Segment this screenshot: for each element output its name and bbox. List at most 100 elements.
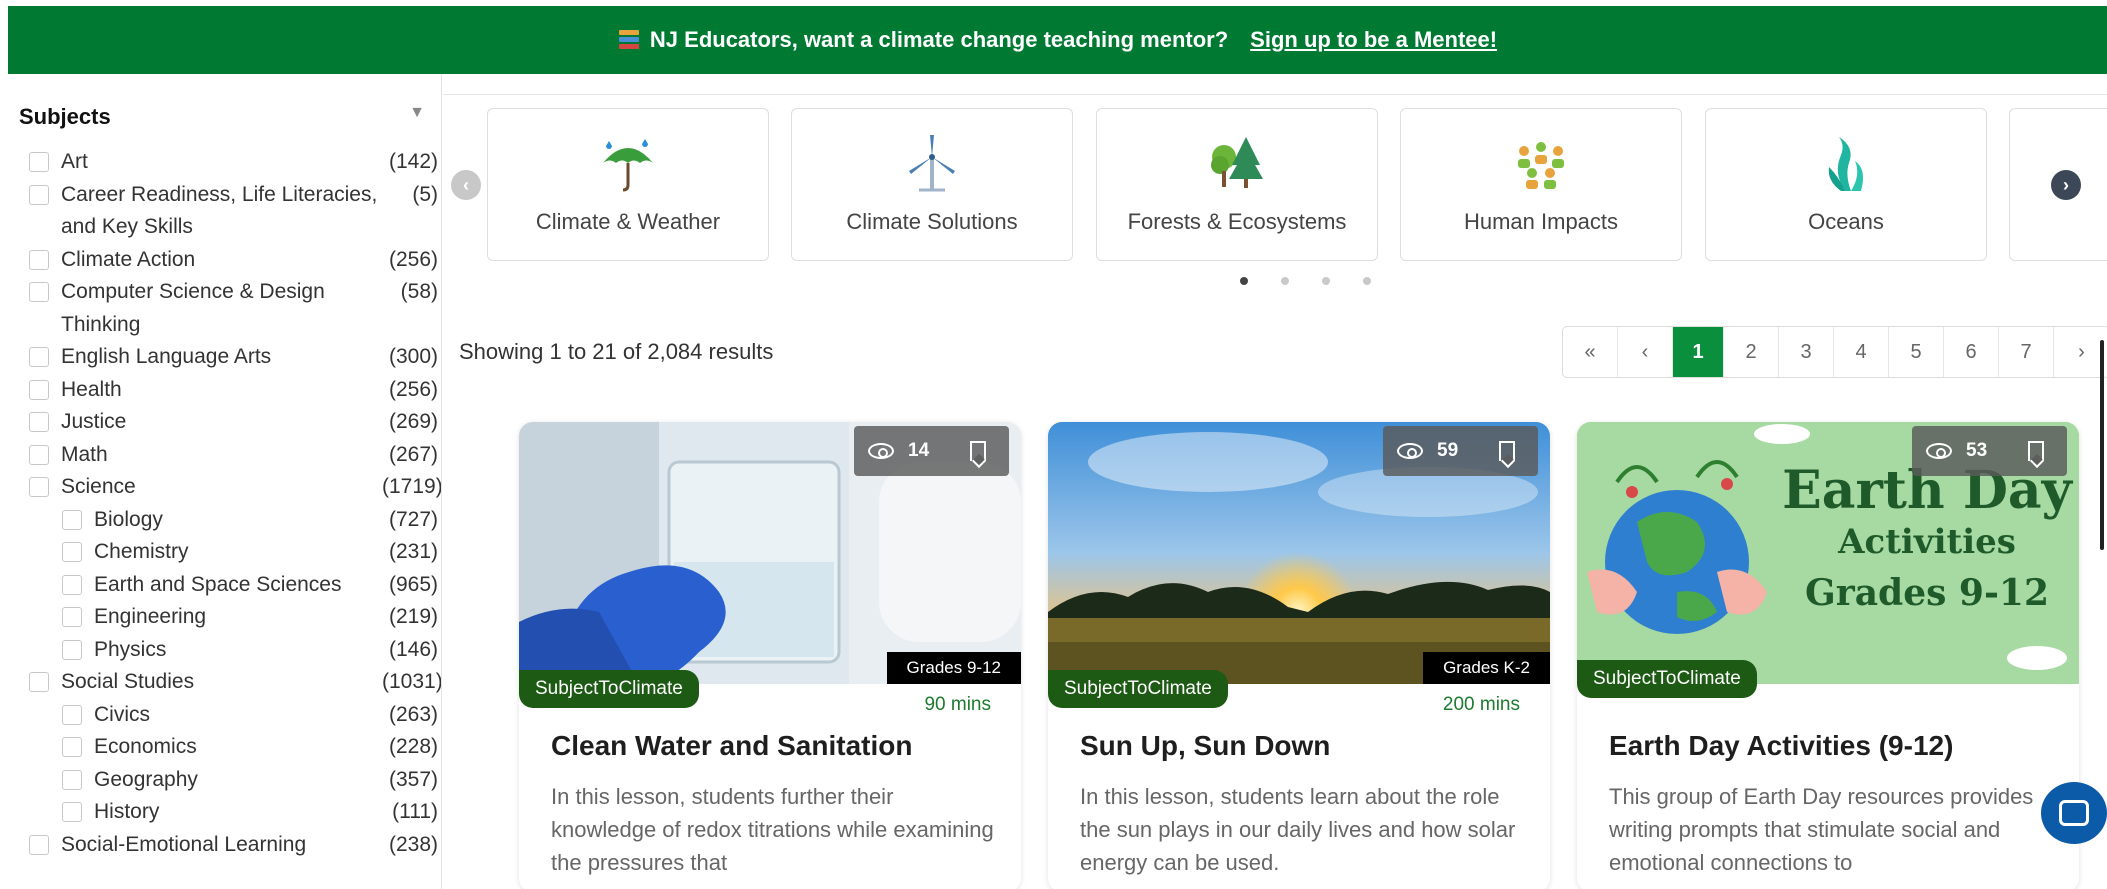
- page-7-button[interactable]: 7: [1999, 327, 2054, 377]
- checkbox[interactable]: [29, 834, 49, 855]
- checkbox[interactable]: [29, 444, 49, 465]
- mentee-signup-link[interactable]: Sign up to be a Mentee!: [1250, 27, 1497, 53]
- card-image[interactable]: Earth Day Activities Grades 9-12 53: [1577, 422, 2079, 684]
- subject-filter-math[interactable]: Math (267): [8, 439, 441, 472]
- carousel-dot[interactable]: [1281, 277, 1289, 285]
- page-6-button[interactable]: 6: [1944, 327, 1999, 377]
- card-title[interactable]: Clean Water and Sanitation: [551, 730, 912, 762]
- checkbox[interactable]: [62, 737, 82, 757]
- category-climate-solutions[interactable]: Climate Solutions: [791, 108, 1073, 261]
- duration-label: 200 mins: [1442, 694, 1520, 715]
- category-oceans[interactable]: Oceans: [1705, 108, 1987, 261]
- checkbox[interactable]: [62, 704, 82, 725]
- view-count: 14: [908, 440, 930, 461]
- checkbox[interactable]: [62, 574, 82, 595]
- card-stats-overlay: 53: [1912, 426, 2067, 476]
- bookmark-icon[interactable]: [970, 441, 986, 461]
- subjects-heading[interactable]: Subjects: [19, 104, 111, 130]
- category-label: Forests & Ecosystems: [1127, 209, 1347, 234]
- subject-filter-civics[interactable]: Civics (263): [8, 699, 441, 732]
- chat-launcher-button[interactable]: [2041, 782, 2107, 844]
- subject-filter-health[interactable]: Health (256): [8, 374, 441, 407]
- card-image[interactable]: 14 Grades 9-12: [519, 422, 1021, 684]
- subject-filter-career-readiness[interactable]: Career Readiness, Life Literacies, and K…: [8, 179, 441, 244]
- carousel-next-button[interactable]: ›: [2051, 170, 2081, 200]
- checkbox[interactable]: [29, 347, 49, 367]
- checkbox[interactable]: [62, 639, 82, 660]
- subject-filter-social-emotional-learning[interactable]: Social-Emotional Learning (238): [8, 829, 441, 862]
- subject-filter-computer-science[interactable]: Computer Science & Design Thinking (58): [8, 276, 441, 341]
- scroll-edge: [2100, 340, 2104, 550]
- checkbox[interactable]: [29, 379, 49, 400]
- subject-filter-chemistry[interactable]: Chemistry (231): [8, 536, 441, 569]
- filter-sidebar: Subjects ▼ Art (142) Career Readiness, Li…: [8, 74, 442, 889]
- page-1-button[interactable]: 1: [1673, 327, 1724, 377]
- carousel-dots: [1240, 277, 1371, 285]
- subject-filter-physics[interactable]: Physics (146): [8, 634, 441, 667]
- subject-filter-art[interactable]: Art (142): [8, 146, 441, 179]
- checkbox[interactable]: [29, 184, 49, 205]
- duration-label: 90 mins: [924, 694, 991, 715]
- seaweed-icon: [1828, 137, 1863, 191]
- trees-icon: [1211, 137, 1263, 188]
- checkbox[interactable]: [62, 802, 82, 822]
- announcement-banner: NJ Educators, want a climate change teac…: [8, 6, 2107, 74]
- category-climate-weather[interactable]: Climate & Weather: [487, 108, 769, 261]
- subject-filter-economics[interactable]: Economics (228): [8, 731, 441, 764]
- card-description: In this lesson, students further their k…: [551, 784, 994, 875]
- first-page-button[interactable]: «: [1563, 327, 1618, 377]
- resource-card[interactable]: 59 Grades K-2 SubjectToClimate 200 mins …: [1048, 422, 1550, 889]
- prev-page-button[interactable]: ‹: [1618, 327, 1673, 377]
- category-label: Climate Solutions: [846, 209, 1018, 234]
- chevron-down-icon[interactable]: ▼: [409, 104, 425, 122]
- checkbox[interactable]: [29, 412, 49, 432]
- subject-filter-engineering[interactable]: Engineering (219): [8, 601, 441, 634]
- publisher-badge[interactable]: SubjectToClimate: [1577, 660, 1757, 698]
- publisher-badge[interactable]: SubjectToClimate: [519, 670, 699, 708]
- resource-card[interactable]: Earth Day Activities Grades 9-12 53 Subj…: [1577, 422, 2079, 889]
- checkbox[interactable]: [62, 542, 82, 562]
- page-5-button[interactable]: 5: [1889, 327, 1944, 377]
- checkbox[interactable]: [29, 672, 49, 692]
- subject-filter-geography[interactable]: Geography (357): [8, 764, 441, 797]
- card-description: This group of Earth Day resources provid…: [1609, 784, 2034, 875]
- category-human-impacts[interactable]: Human Impacts: [1400, 108, 1682, 261]
- subject-filter-social-studies[interactable]: Social Studies (1031): [8, 666, 441, 699]
- category-label: Human Impacts: [1463, 209, 1619, 234]
- image-text: Earth Day Activities Grades 9-12: [1782, 460, 2072, 615]
- checkbox[interactable]: [29, 282, 49, 302]
- checkbox[interactable]: [29, 477, 49, 497]
- checkbox[interactable]: [62, 607, 82, 627]
- card-title[interactable]: Earth Day Activities (9-12): [1609, 730, 1953, 762]
- carousel-dot[interactable]: [1363, 277, 1371, 285]
- carousel-dot[interactable]: [1240, 277, 1248, 285]
- view-count: 59: [1437, 440, 1459, 461]
- checkbox[interactable]: [62, 769, 82, 790]
- checkbox[interactable]: [62, 509, 82, 530]
- subject-filter-justice[interactable]: Justice (269): [8, 406, 441, 439]
- subject-filter-biology[interactable]: Biology (727): [8, 504, 441, 537]
- eye-icon: [868, 443, 894, 459]
- page-2-button[interactable]: 2: [1724, 327, 1779, 377]
- subject-filter-list: Art (142) Career Readiness, Life Literaci…: [8, 146, 441, 862]
- page-3-button[interactable]: 3: [1779, 327, 1834, 377]
- subject-filter-climate-action[interactable]: Climate Action (256): [8, 244, 441, 277]
- subject-filter-science[interactable]: Science (1719): [8, 471, 441, 504]
- publisher-badge[interactable]: SubjectToClimate: [1048, 670, 1228, 708]
- bookmark-icon[interactable]: [2028, 441, 2044, 461]
- card-image[interactable]: 59 Grades K-2: [1048, 422, 1550, 684]
- category-label: Oceans: [1808, 209, 1884, 234]
- bookmark-icon[interactable]: [1499, 441, 1515, 461]
- carousel-prev-button[interactable]: ‹: [451, 170, 481, 200]
- subject-filter-english-language-arts[interactable]: English Language Arts (300): [8, 341, 441, 374]
- category-forests-ecosystems[interactable]: Forests & Ecosystems: [1096, 108, 1378, 261]
- subject-filter-earth-space-sciences[interactable]: Earth and Space Sciences (965): [8, 569, 441, 602]
- books-icon: [618, 29, 640, 51]
- carousel-dot[interactable]: [1322, 277, 1330, 285]
- checkbox[interactable]: [29, 249, 49, 270]
- resource-card[interactable]: 14 Grades 9-12 SubjectToClimate 90 mins …: [519, 422, 1021, 889]
- subject-filter-history[interactable]: History (111): [8, 796, 441, 829]
- checkbox[interactable]: [29, 152, 49, 172]
- card-title[interactable]: Sun Up, Sun Down: [1080, 730, 1330, 762]
- page-4-button[interactable]: 4: [1834, 327, 1889, 377]
